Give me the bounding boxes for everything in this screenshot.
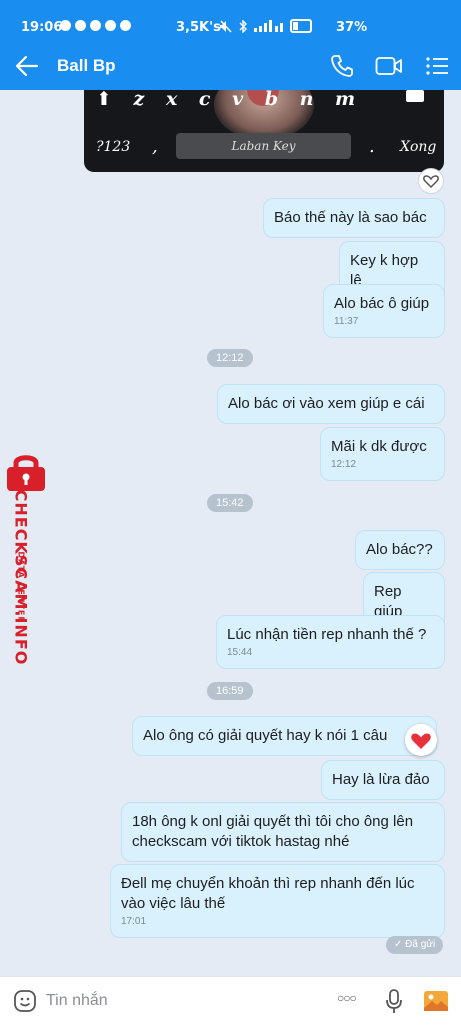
message-bubble[interactable]: Alo ông có giải quyết hay k nói 1 câu [132,716,437,756]
back-arrow-icon[interactable] [14,54,40,78]
message-time: 12:12 [331,459,357,470]
battery-icon [290,19,312,33]
watermark-line2: CHECKSCAM.INFO [11,489,31,666]
message-bubble[interactable]: Đell mẹ chuyển khoản thì rep nhanh đến l… [110,864,445,938]
message-composer: Tin nhắn ○○○ [0,976,461,1025]
message-text: Hay là lừa đảo [332,771,430,788]
status-bar: 19:06 3,5K's 37% [0,0,461,42]
mute-icon [220,19,232,33]
message-time: 15:44 [227,647,253,658]
video-call-icon[interactable] [375,53,403,79]
react-heart-icon[interactable] [418,168,444,194]
more-options-icon[interactable]: ○○○ [337,991,357,1005]
message-text: Báo thế này là sao bác [274,209,427,226]
menu-icon[interactable] [425,53,449,79]
message-text: 18h ông k onl giải quyết thì tôi cho ông… [132,813,414,850]
message-text: Alo bác?? [366,541,433,558]
message-input[interactable]: Tin nhắn [46,992,108,1010]
battery-percent: 37% [336,20,368,35]
chat-header: Ball Bp [0,42,461,90]
message-text: Alo ông có giải quyết hay k nói 1 câu [143,727,388,744]
phone-icon[interactable] [329,53,355,79]
comma-key: , [152,136,158,157]
message-text: Mãi k dk được [331,438,427,455]
notification-icon [75,20,86,31]
space-key: Laban Key [176,133,351,159]
keyboard-top-keys: ⬆ z x c v b n m [96,90,356,110]
contact-name[interactable]: Ball Bp [57,56,116,76]
message-bubble[interactable]: Lúc nhận tiền rep nhanh thế ? 15:44 [216,615,445,669]
system-icons [220,19,312,33]
backspace-key-icon [406,90,424,102]
watermark: DATA CENTER CHECKSCAM.INFO [2,452,50,682]
message-bubble[interactable]: Báo thế này là sao bác [263,198,445,238]
bluetooth-icon [239,19,247,33]
time-separator: 16:59 [207,682,253,700]
message-text: Alo bác ơi vào xem giúp e cái [228,395,425,412]
notification-icon [105,20,116,31]
shared-image[interactable]: ⬆ z x c v b n m ?123 , Laban Key . Xong [84,90,444,172]
image-gallery-icon[interactable] [423,989,449,1013]
chat-area[interactable]: ⬆ z x c v b n m ?123 , Laban Key . Xong … [0,90,461,976]
notification-icon [90,20,101,31]
heart-reaction-icon[interactable] [405,724,437,756]
message-text: Alo bác ô giúp [334,295,430,312]
period-key: . [369,136,375,157]
time-separator: 12:12 [207,349,253,367]
message-time: 11:37 [334,316,359,327]
message-bubble[interactable]: Alo bác?? [355,530,445,570]
notification-icons [60,20,131,31]
sent-status: ✓ Đã gửi [386,936,444,954]
message-bubble[interactable]: Alo bác ơi vào xem giúp e cái [217,384,445,424]
signal-icon [254,20,283,32]
message-bubble[interactable]: Mãi k dk được 12:12 [320,427,445,481]
lock-icon [7,455,45,491]
notification-icon [120,20,131,31]
network-speed: 3,5K's [176,20,221,35]
time-separator: 15:42 [207,494,253,512]
emoji-icon[interactable] [13,989,37,1013]
message-text: Đell mẹ chuyển khoản thì rep nhanh đến l… [121,875,415,912]
message-text: Lúc nhận tiền rep nhanh thế ? [227,626,427,643]
message-bubble[interactable]: 18h ông k onl giải quyết thì tôi cho ông… [121,802,445,862]
message-bubble[interactable]: Hay là lừa đảo [321,760,445,800]
microphone-icon[interactable] [384,988,404,1014]
notification-icon [60,20,71,31]
status-time: 19:06 [21,20,63,35]
done-key: Xong [400,139,437,155]
message-bubble[interactable]: Alo bác ô giúp 11:37 [323,284,445,338]
message-time: 17:01 [121,916,147,927]
num-key: ?123 [96,139,131,155]
